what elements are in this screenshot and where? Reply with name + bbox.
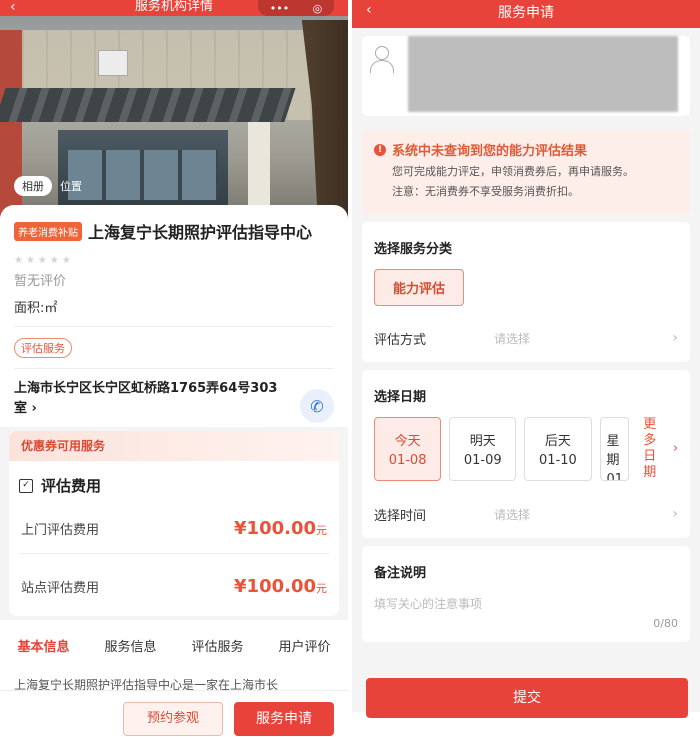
nav-bar: ‹ 服务机构详情 ••• ◎ (0, 0, 348, 16)
field-placeholder: 请选择 (494, 331, 531, 346)
phone-icon: ✆ (310, 396, 324, 416)
coupon-services-card: 优惠券可用服务 ✓ 评估费用 上门评估费用 ¥100.00元 站点评估费用 ¥1… (9, 431, 339, 616)
date-option[interactable]: 星期 01 (599, 417, 630, 481)
org-name: 上海复宁长期照护评估指导中心 (88, 223, 313, 242)
photo-ac-unit (98, 50, 128, 76)
remarks-input[interactable]: 填写关心的注意事项 (374, 595, 678, 612)
fee-row-station: 站点评估费用 ¥100.00元 (19, 576, 329, 597)
service-tag: 评估服务 (14, 338, 72, 358)
photo-tabs: 相册 位置 (14, 176, 90, 196)
chevron-right-icon: › (31, 401, 37, 416)
redacted-user-info (408, 36, 678, 112)
book-visit-button[interactable]: 预约参观 (123, 702, 223, 736)
date-option[interactable]: 明天 01-09 (449, 417, 517, 481)
coupon-header: 优惠券可用服务 (9, 431, 339, 461)
photo-red-strip (0, 30, 22, 230)
assessment-warning: ! 系统中未查询到您的能力评估结果 您可完成能力评定，申领消费券后，再申请服务。… (362, 130, 690, 214)
more-dates-button[interactable]: 更多 日期 › (643, 417, 678, 481)
service-apply-button[interactable]: 服务申请 (234, 702, 334, 736)
field-label: 选择时间 (374, 508, 427, 524)
divider (14, 368, 334, 369)
tab-assessment-service[interactable]: 评估服务 (191, 636, 243, 668)
close-icon[interactable]: ◎ (313, 2, 323, 15)
category-chip-ability-assessment[interactable]: 能力评估 (374, 269, 465, 306)
avatar-icon (370, 46, 394, 74)
org-title-row: 养老消费补贴 上海复宁长期照护评估指导中心 (14, 219, 334, 243)
subsidy-badge: 养老消费补贴 (14, 221, 82, 241)
section-title: 备注说明 (374, 566, 427, 581)
nav-title: 服务申请 (498, 5, 554, 21)
mini-program-capsule[interactable]: ••• ◎ (258, 0, 334, 16)
chevron-right-icon: › (672, 441, 679, 456)
fee-title: 评估费用 (41, 477, 102, 495)
date-option[interactable]: 后天 01-10 (524, 417, 592, 481)
phone-call-button[interactable]: ✆ (300, 389, 334, 423)
rating-text: 暂无评价 (14, 274, 67, 289)
app-screens: ‹ 服务机构详情 ••• ◎ 相册 位置 养老消费补贴 上海复宁长期照护评估指导… (0, 0, 700, 737)
field-placeholder: 请选择 (494, 507, 531, 522)
area-text: 面积:㎡ (14, 301, 58, 316)
warning-title: 系统中未查询到您的能力评估结果 (392, 144, 588, 159)
rating-stars: ★★★★★ (14, 255, 74, 266)
date-option[interactable]: 今天 01-08 (374, 417, 442, 481)
submit-button[interactable]: 提交 (366, 678, 688, 718)
detail-tabs: 基本信息 服务信息 评估服务 用户评价 (0, 620, 348, 668)
char-counter: 0/80 (653, 617, 678, 630)
fee-row-home: 上门评估费用 ¥100.00元 (19, 518, 329, 539)
date-section: 选择日期 今天 01-08 明天 01-09 后天 01-10 星期 01 更多 日期 › (362, 370, 690, 538)
remarks-section: 备注说明 填写关心的注意事项 0/80 (362, 546, 690, 642)
select-time-row[interactable]: 选择时间 请选择 › (374, 502, 678, 526)
divider (19, 553, 329, 554)
photo-tab-album[interactable]: 相册 (14, 176, 52, 196)
chevron-right-icon: › (672, 330, 678, 346)
more-icon[interactable]: ••• (270, 2, 289, 15)
org-info-card: 养老消费补贴 上海复宁长期照护评估指导中心 ★★★★★ 暂无评价 面积:㎡ 评估… (0, 205, 348, 427)
tab-basic-info[interactable]: 基本信息 (17, 636, 69, 668)
service-application-screen: ‹ 服务申请 ! 系统中未查询到您的能力评估结果 您可完成能力评定，申领消费券后… (352, 0, 700, 737)
field-label: 评估方式 (374, 332, 427, 348)
fee-amount: ¥100.00元 (234, 518, 327, 539)
bottom-action-bar: 预约参观 服务申请 (0, 690, 348, 737)
section-title: 选择日期 (374, 390, 427, 405)
fee-title-row: ✓ 评估费用 (19, 475, 329, 496)
service-category-section: 选择服务分类 能力评估 评估方式 请选择 › (362, 222, 690, 362)
section-title: 选择服务分类 (374, 242, 453, 257)
date-list: 今天 01-08 明天 01-09 后天 01-10 星期 01 更多 日期 › (374, 417, 678, 481)
photo-canopy (0, 88, 296, 122)
org-description: 上海复宁长期照护评估指导中心是一家在上海市长 (0, 668, 348, 690)
warning-title-row: ! 系统中未查询到您的能力评估结果 (374, 140, 678, 159)
divider (14, 326, 334, 327)
warning-note: 注意：无消费券不享受服务消费折扣。 (392, 185, 579, 198)
fee-label: 上门评估费用 (21, 523, 100, 538)
tab-service-info[interactable]: 服务信息 (104, 636, 156, 668)
address-text: 上海市长宁区长宁区虹桥路1765弄64号303室 › (14, 381, 278, 416)
warning-line: 您可完成能力评定，申领消费券后，再申请服务。 (392, 165, 634, 178)
nav-bar: ‹ 服务申请 (352, 0, 700, 28)
service-org-detail-screen: ‹ 服务机构详情 ••• ◎ 相册 位置 养老消费补贴 上海复宁长期照护评估指导… (0, 0, 348, 737)
tab-user-reviews[interactable]: 用户评价 (278, 636, 330, 668)
address-row[interactable]: 上海市长宁区长宁区虹桥路1765弄64号303室 › ✆ (14, 379, 334, 423)
fee-amount: ¥100.00元 (234, 576, 327, 597)
fee-section: ✓ 评估费用 上门评估费用 ¥100.00元 站点评估费用 ¥100.00元 (19, 475, 329, 597)
checklist-icon: ✓ (19, 478, 33, 493)
warning-icon: ! (374, 143, 386, 156)
user-info-card (362, 36, 690, 116)
fee-label: 站点评估费用 (21, 581, 100, 596)
assessment-method-row[interactable]: 评估方式 请选择 › (374, 326, 678, 350)
chevron-right-icon: › (672, 506, 678, 522)
photo-tab-location[interactable]: 位置 (52, 176, 90, 196)
